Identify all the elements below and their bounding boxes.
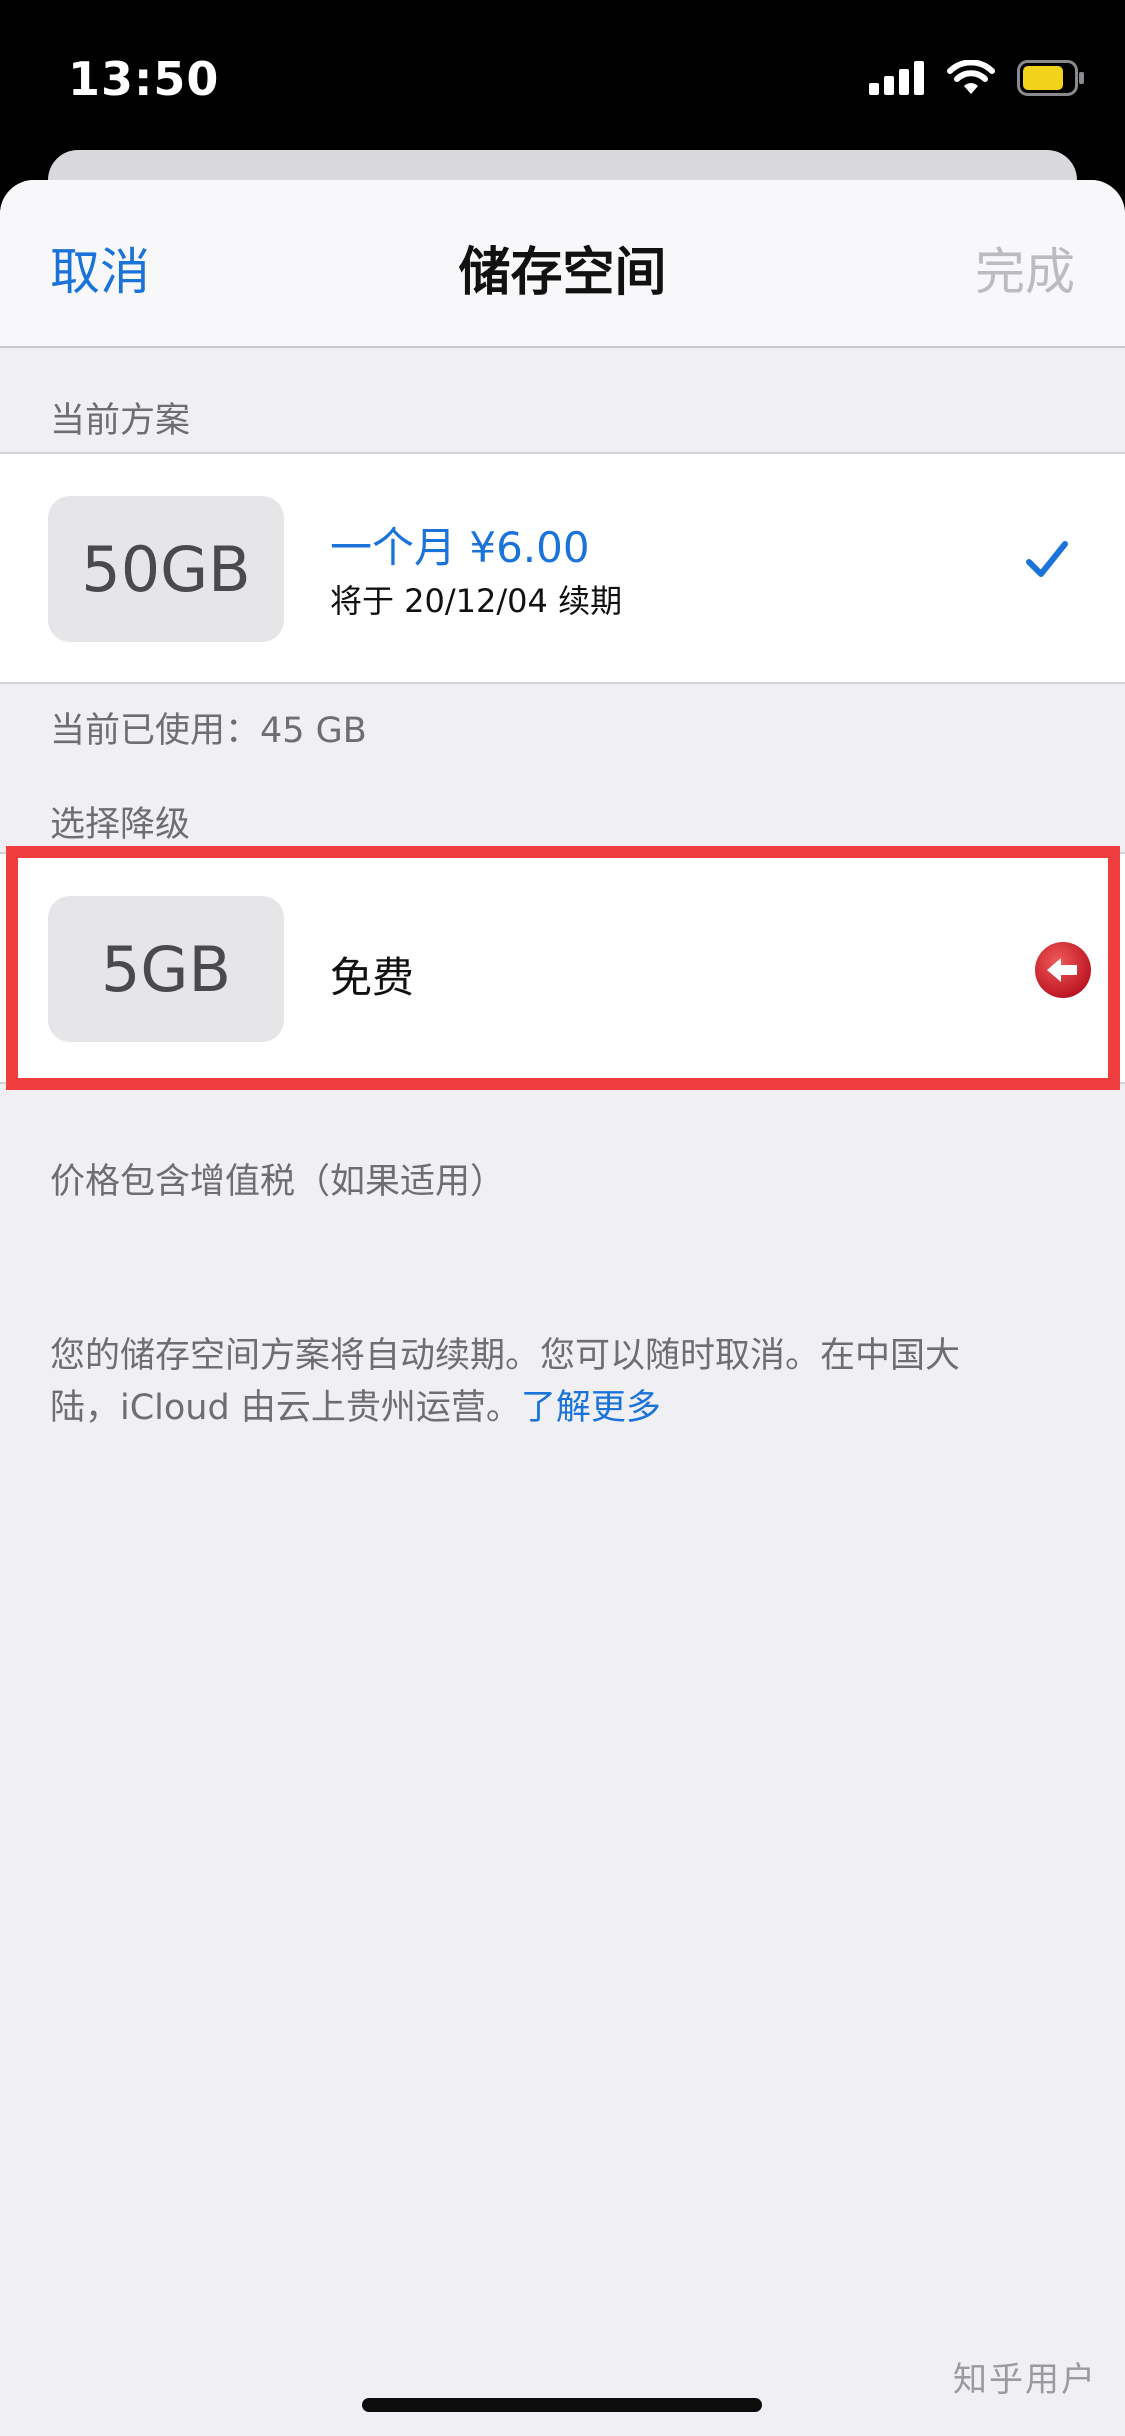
watermark: 知乎用户 bbox=[953, 2360, 1097, 2400]
plan-price: 一个月 ¥6.00 bbox=[330, 523, 590, 572]
home-indicator[interactable] bbox=[362, 2398, 762, 2412]
done-button[interactable]: 完成 bbox=[975, 232, 1075, 304]
navigation-bar: 取消 储存空间 完成 bbox=[0, 180, 1125, 348]
auto-renew-line-2: 陆，iCloud 由云上贵州运营。了解更多 bbox=[50, 1382, 960, 1434]
learn-more-link[interactable]: 了解更多 bbox=[521, 1388, 661, 1428]
checkmark-icon bbox=[1026, 541, 1068, 577]
current-plan-section-label: 当前方案 bbox=[50, 401, 191, 441]
wifi-icon bbox=[947, 60, 995, 94]
storage-sheet: 取消 储存空间 完成 当前方案 50GB 一个月 ¥6.00 将于 20/12/… bbox=[0, 180, 1125, 2436]
plan-size-tile: 50GB bbox=[48, 496, 284, 642]
status-icons bbox=[869, 60, 1085, 96]
status-time: 13:50 bbox=[68, 52, 220, 106]
tax-note: 价格包含增值税（如果适用） bbox=[50, 1162, 506, 1202]
auto-renew-line-1: 您的储存空间方案将自动续期。您可以随时取消。在中国大 bbox=[50, 1336, 961, 1376]
page-title: 储存空间 bbox=[458, 243, 667, 303]
auto-renew-line-2-text: 陆，iCloud 由云上贵州运营。 bbox=[50, 1388, 521, 1428]
plan-renewal-date: 将于 20/12/04 续期 bbox=[330, 582, 623, 620]
battery-icon bbox=[1017, 60, 1084, 96]
downgrade-section-label: 选择降级 bbox=[50, 805, 191, 845]
auto-renew-notice: 您的储存空间方案将自动续期。您可以随时取消。在中国大 陆，iCloud 由云上贵… bbox=[50, 1330, 960, 1434]
cellular-signal-icon bbox=[869, 61, 924, 95]
usage-text: 当前已使用：45 GB bbox=[50, 711, 367, 751]
highlight-annotation-box bbox=[6, 846, 1120, 1090]
current-plan-row[interactable]: 50GB 一个月 ¥6.00 将于 20/12/04 续期 bbox=[0, 452, 1125, 684]
